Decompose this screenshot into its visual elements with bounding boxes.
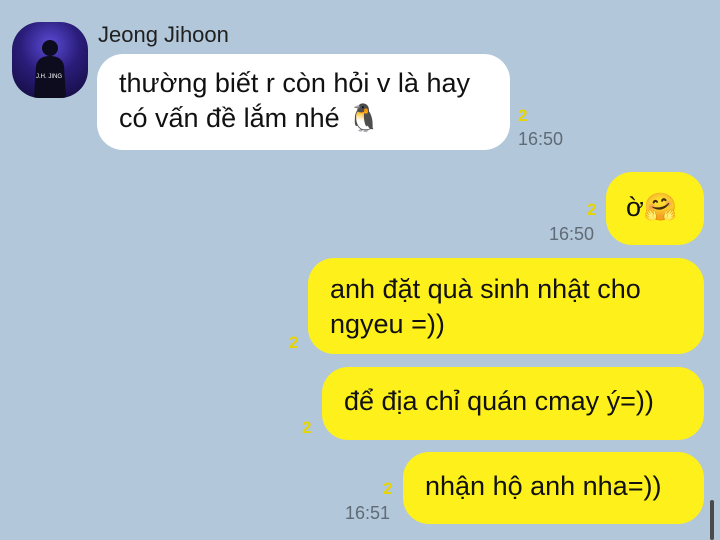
message-text: ờ bbox=[626, 192, 644, 222]
sender-name: Jeong Jihoon bbox=[98, 22, 229, 47]
message-bubble-outgoing[interactable]: nhận hộ anh nha=)) bbox=[403, 452, 704, 524]
message-bubble-outgoing[interactable]: anh đặt quà sinh nhật cho ngyeu =)) bbox=[308, 258, 704, 354]
timestamp: 16:51 bbox=[345, 503, 391, 523]
unread-count: 2 bbox=[518, 106, 528, 125]
unread-count: 2 bbox=[587, 200, 597, 219]
timestamp: 16:50 bbox=[549, 224, 595, 244]
message-bubble-incoming[interactable]: thường biết r còn hỏi v là hay có vấn đề… bbox=[97, 54, 510, 150]
penguin-icon: 🐧 bbox=[347, 103, 381, 134]
message-text: để địa chỉ quán cmay ý=)) bbox=[344, 386, 654, 416]
avatar-text: J.H. JING bbox=[36, 74, 63, 80]
message-bubble-outgoing[interactable]: để địa chỉ quán cmay ý=)) bbox=[322, 367, 704, 440]
profile-photo bbox=[34, 40, 66, 98]
unread-count: 2 bbox=[289, 333, 299, 352]
hugging-face-icon: 🤗 bbox=[643, 192, 678, 223]
avatar[interactable]: J.H. JING bbox=[12, 22, 88, 98]
message-text: anh đặt quà sinh nhật cho ngyeu =)) bbox=[330, 274, 641, 339]
timestamp: 16:50 bbox=[518, 129, 564, 149]
message-text: thường biết r còn hỏi v là hay có vấn đề… bbox=[119, 68, 470, 133]
unread-count: 2 bbox=[383, 479, 393, 498]
message-text: nhận hộ anh nha=)) bbox=[425, 471, 662, 501]
message-bubble-outgoing[interactable]: ờ🤗 bbox=[606, 172, 704, 245]
unread-count: 2 bbox=[302, 418, 312, 437]
scrollbar[interactable] bbox=[710, 500, 714, 540]
